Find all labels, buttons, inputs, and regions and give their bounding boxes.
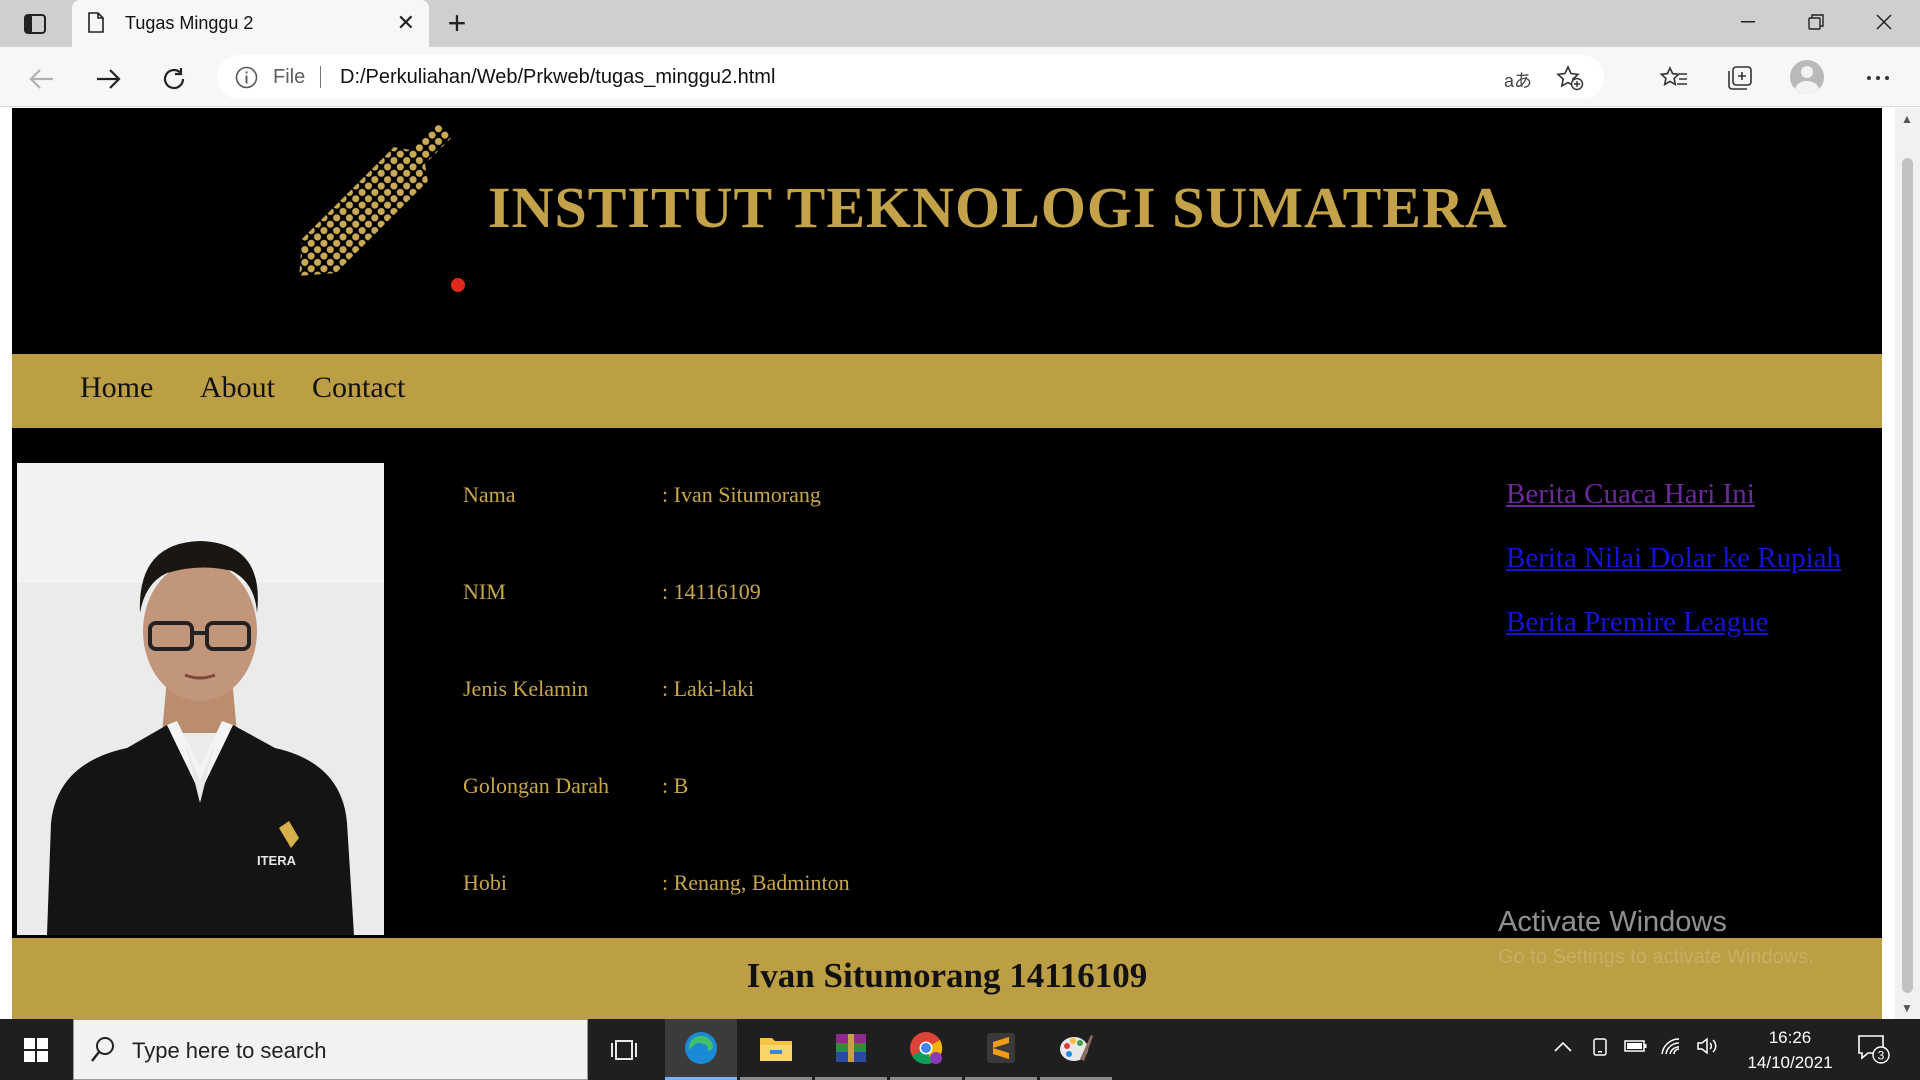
paint-icon[interactable] [1040,1019,1112,1080]
clock-time: 16:26 [1768,1028,1812,1047]
nav-about[interactable]: About [200,371,275,405]
wifi-icon[interactable] [1660,1037,1682,1060]
site-navbar: Home About Contact [12,354,1882,428]
browser-viewport: INSTITUT TEKNOLOGI SUMATERA Home About C… [0,108,1920,1019]
browser-tab[interactable]: Tugas Minggu 2 ✕ [72,0,429,47]
tab-actions-icon[interactable] [20,11,49,36]
new-tab-button[interactable]: + [440,6,474,40]
tab-title: Tugas Minggu 2 [125,13,254,33]
close-window-icon[interactable] [1850,0,1918,43]
windows-start-icon[interactable] [0,1019,72,1080]
battery-icon[interactable] [1624,1037,1648,1058]
system-clock[interactable]: 16:26 14/10/2021 [1735,1025,1845,1075]
more-options-icon[interactable] [1860,60,1896,96]
close-tab-icon[interactable]: ✕ [397,10,415,36]
label-nim: NIM [463,579,506,604]
profile-photo: ITERA [17,463,384,935]
forward-icon[interactable] [88,59,128,99]
notification-icon[interactable]: 3 [1856,1033,1890,1070]
site-header: INSTITUT TEKNOLOGI SUMATERA [12,108,1882,354]
address-toolbar: File D:/Perkuliahan/Web/Prkweb/tugas_min… [0,47,1920,107]
winrar-icon[interactable] [815,1019,887,1080]
activation-watermark-title: Activate Windows [1498,906,1727,938]
url-text[interactable]: D:/Perkuliahan/Web/Prkweb/tugas_minggu2.… [340,66,775,89]
divider [320,66,321,88]
value-hobi: : Renang, Badminton [662,870,850,895]
label-golongan-darah: Golongan Darah [463,773,610,798]
file-explorer-icon[interactable] [740,1019,812,1080]
chrome-icon[interactable] [890,1019,962,1080]
edge-icon[interactable] [665,1019,737,1080]
web-page: INSTITUT TEKNOLOGI SUMATERA Home About C… [12,108,1882,1019]
read-aloud-icon[interactable]: aあ [1504,67,1532,93]
page-icon [88,12,104,38]
scroll-thumb[interactable] [1902,158,1913,993]
show-hidden-icons[interactable] [1554,1037,1572,1058]
label-hobi: Hobi [463,870,507,895]
address-bar[interactable]: File D:/Perkuliahan/Web/Prkweb/tugas_min… [217,55,1604,99]
scroll-down-icon[interactable]: ▼ [1901,1001,1913,1015]
jacket-badge-text: ITERA [257,853,297,868]
volume-icon[interactable] [1696,1037,1718,1060]
notification-count: 3 [1878,1049,1885,1063]
nav-contact[interactable]: Contact [312,371,405,405]
search-icon [90,1036,116,1069]
file-scheme-label: File [273,66,306,88]
vertical-scrollbar[interactable]: ▲ ▼ [1895,108,1920,1019]
scroll-up-icon[interactable]: ▲ [1901,112,1913,126]
itera-logo [272,108,472,298]
browser-tab-bar: Tugas Minggu 2 ✕ + [0,0,1920,47]
restore-icon[interactable] [1782,0,1850,43]
windows-taskbar: Type here to search 16:26 14/10/2021 3 [0,1019,1920,1080]
nav-home[interactable]: Home [80,371,153,405]
value-golongan-darah: : B [662,773,689,798]
value-jenis-kelamin: : Laki-laki [662,676,755,701]
sublime-text-icon[interactable] [965,1019,1037,1080]
label-jenis-kelamin: Jenis Kelamin [463,676,589,701]
favorites-icon[interactable] [1656,60,1692,96]
news-link-dolar[interactable]: Berita Nilai Dolar ke Rupiah [1506,542,1841,575]
search-placeholder: Type here to search [132,1038,327,1063]
tablet-icon[interactable] [1591,1037,1609,1062]
minimize-icon[interactable] [1714,0,1782,43]
task-view-icon[interactable] [588,1019,660,1080]
clock-date: 14/10/2021 [1747,1053,1833,1072]
refresh-icon[interactable] [154,59,194,99]
value-nim: : 14116109 [662,579,761,604]
info-icon[interactable] [235,66,258,94]
profile-avatar[interactable] [1790,60,1824,94]
add-favorite-icon[interactable] [1556,65,1584,96]
back-icon[interactable] [22,59,62,99]
label-nama: Nama [463,482,516,507]
taskbar-search[interactable]: Type here to search [73,1019,588,1080]
activation-watermark-subtitle: Go to Settings to activate Windows. [1498,946,1814,968]
value-nama: : Ivan Situmorang [662,482,821,507]
news-link-cuaca[interactable]: Berita Cuaca Hari Ini [1506,478,1755,511]
news-link-premier-league[interactable]: Berita Premire League [1506,606,1769,639]
collections-icon[interactable] [1722,60,1758,96]
main-content: ITERA Nama : Ivan Situmorang NIM : 14116… [12,428,1882,938]
site-title: INSTITUT TEKNOLOGI SUMATERA [488,175,1508,240]
